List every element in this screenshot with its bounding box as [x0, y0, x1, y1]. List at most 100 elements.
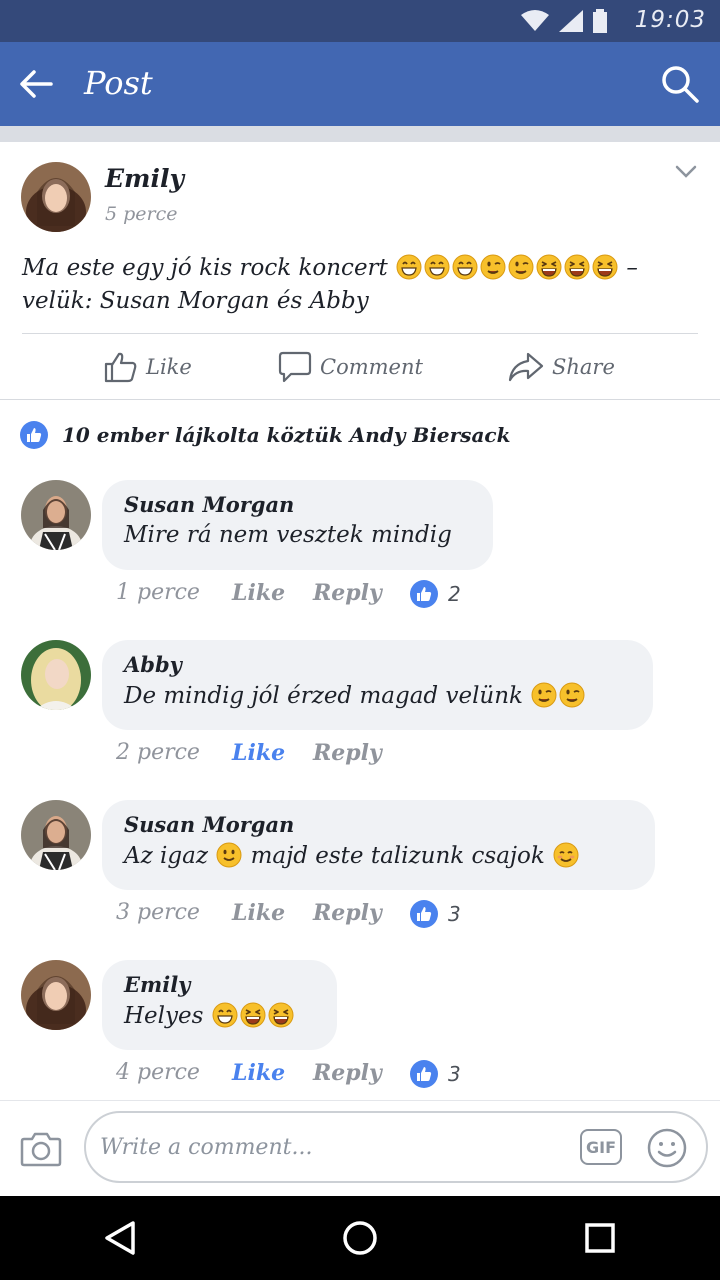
- triangle-back-icon: [105, 1221, 135, 1255]
- like-reaction-icon: [410, 1060, 438, 1088]
- post-screen: 19:03 Post Emily 5 perce Ma este egy jó …: [0, 0, 720, 1280]
- post-text-main: Ma este egy jó kis rock koncert: [22, 255, 388, 281]
- camera-button[interactable]: [18, 1127, 64, 1171]
- comment-timestamp: 2 perce: [116, 740, 200, 765]
- comment-reactions[interactable]: 3: [410, 900, 461, 928]
- page-title: Post: [84, 64, 153, 102]
- back-button[interactable]: [14, 62, 58, 106]
- comment-input[interactable]: [100, 1129, 560, 1165]
- likes-summary[interactable]: 10 ember lájkolta köztük Andy Biersack: [20, 418, 510, 452]
- avatar[interactable]: [21, 162, 91, 232]
- reaction-count: 2: [448, 582, 461, 606]
- like-label: Like: [146, 355, 192, 379]
- sticker-button[interactable]: [646, 1127, 688, 1169]
- comment-text-content: De mindig jól érzed magad velünk: [124, 683, 523, 709]
- nav-home-button[interactable]: [336, 1214, 384, 1262]
- comment-bubble[interactable]: Abby De mindig jól érzed magad velünk: [102, 640, 653, 730]
- comment-bubble[interactable]: Susan Morgan Az igaz majd este talizunk …: [102, 800, 655, 890]
- laughing-face-emoji-icon: [564, 254, 590, 280]
- comment-author[interactable]: Emily: [124, 972, 315, 997]
- comment-text-part1: Az igaz: [124, 843, 208, 869]
- chevron-down-icon: [675, 165, 697, 178]
- thumbs-up-icon: [104, 352, 137, 383]
- comment-text: Az igaz majd este talizunk csajok: [124, 842, 633, 869]
- comment-text: De mindig jól érzed magad velünk: [124, 682, 631, 709]
- reaction-count: 3: [448, 902, 461, 926]
- comment-item: Abby De mindig jól érzed magad velünk 2 …: [0, 640, 720, 780]
- share-label: Share: [552, 355, 615, 379]
- share-button[interactable]: Share: [508, 344, 615, 390]
- header-separator: [0, 126, 720, 142]
- camera-icon: [20, 1132, 62, 1167]
- grinning-face-emoji-icon: [212, 1002, 238, 1028]
- comment-bubble[interactable]: Susan Morgan Mire rá nem vesztek mindig: [102, 480, 493, 570]
- grinning-face-emoji-icon: [452, 254, 478, 280]
- comment-label: Comment: [320, 355, 423, 379]
- status-time: 19:03: [634, 7, 706, 33]
- comment-author[interactable]: Abby: [124, 652, 631, 677]
- winking-face-emoji-icon: [559, 682, 585, 708]
- like-reaction-icon: [410, 580, 438, 608]
- comment-reply-button[interactable]: Reply: [313, 1060, 382, 1086]
- comment-reply-button[interactable]: Reply: [313, 740, 382, 766]
- status-icons: [520, 9, 608, 33]
- avatar[interactable]: [21, 480, 91, 550]
- gif-button[interactable]: GIF: [580, 1129, 622, 1165]
- comment-field: GIF: [84, 1111, 708, 1183]
- post-timestamp: 5 perce: [105, 203, 178, 225]
- cell-signal-icon: [559, 10, 583, 32]
- search-icon: [662, 66, 699, 103]
- comment-text: Helyes: [124, 1002, 315, 1029]
- avatar[interactable]: [21, 800, 91, 870]
- nav-back-button[interactable]: [96, 1214, 144, 1262]
- system-navigation-bar: [0, 1196, 720, 1280]
- comment-item: Susan Morgan Az igaz majd este talizunk …: [0, 800, 720, 940]
- avatar[interactable]: [21, 960, 91, 1030]
- comment-like-button[interactable]: Like: [232, 900, 285, 926]
- square-recents-icon: [585, 1223, 615, 1253]
- smiling-face-emoji-icon: [553, 842, 579, 868]
- post-author[interactable]: Emily: [105, 164, 184, 193]
- comment-text-part2: majd este talizunk csajok: [250, 843, 545, 869]
- winking-face-emoji-icon: [508, 254, 534, 280]
- laughing-face-emoji-icon: [592, 254, 618, 280]
- comment-text: Mire rá nem vesztek mindig: [124, 522, 452, 548]
- comment-like-button[interactable]: Like: [232, 740, 285, 766]
- comment-reactions[interactable]: 2: [410, 580, 461, 608]
- search-button[interactable]: [658, 62, 702, 106]
- comment-author[interactable]: Susan Morgan: [124, 812, 633, 837]
- like-reaction-icon: [20, 421, 48, 449]
- comment-timestamp: 3 perce: [116, 900, 200, 925]
- comment-reply-button[interactable]: Reply: [313, 580, 382, 606]
- comment-item: Emily Helyes 4 perce Like Reply 3: [0, 960, 720, 1100]
- nav-recents-button[interactable]: [576, 1214, 624, 1262]
- comment-reactions[interactable]: 3: [410, 1060, 461, 1088]
- app-header: Post: [0, 42, 720, 126]
- post-emojis: [395, 254, 619, 281]
- comment-timestamp: 1 perce: [116, 580, 200, 605]
- laughing-face-emoji-icon: [240, 1002, 266, 1028]
- avatar[interactable]: [21, 640, 91, 710]
- comment-bubble[interactable]: Emily Helyes: [102, 960, 337, 1050]
- post-menu-button[interactable]: [672, 158, 700, 186]
- reaction-count: 3: [448, 1062, 461, 1086]
- wifi-icon: [521, 10, 549, 31]
- laughing-face-emoji-icon: [536, 254, 562, 280]
- comment-like-button[interactable]: Like: [232, 1060, 285, 1086]
- comment-author[interactable]: Susan Morgan: [124, 492, 471, 517]
- grinning-face-emoji-icon: [424, 254, 450, 280]
- like-button[interactable]: Like: [104, 344, 192, 390]
- comment-reply-button[interactable]: Reply: [313, 900, 382, 926]
- share-arrow-icon: [508, 352, 544, 382]
- speech-bubble-icon: [278, 351, 312, 383]
- comment-timestamp: 4 perce: [116, 1060, 200, 1085]
- comment-button[interactable]: Comment: [278, 344, 423, 390]
- battery-icon: [593, 9, 607, 33]
- comment-text-content: Helyes: [124, 1003, 204, 1029]
- winking-face-emoji-icon: [531, 682, 557, 708]
- likes-summary-text: 10 ember lájkolta köztük Andy Biersack: [62, 423, 511, 447]
- post-card: Emily 5 perce Ma este egy jó kis rock ko…: [0, 142, 720, 400]
- comment-like-button[interactable]: Like: [232, 580, 285, 606]
- comment-item: Susan Morgan Mire rá nem vesztek mindig …: [0, 480, 720, 620]
- post-actions: Like Comment Share: [0, 334, 720, 400]
